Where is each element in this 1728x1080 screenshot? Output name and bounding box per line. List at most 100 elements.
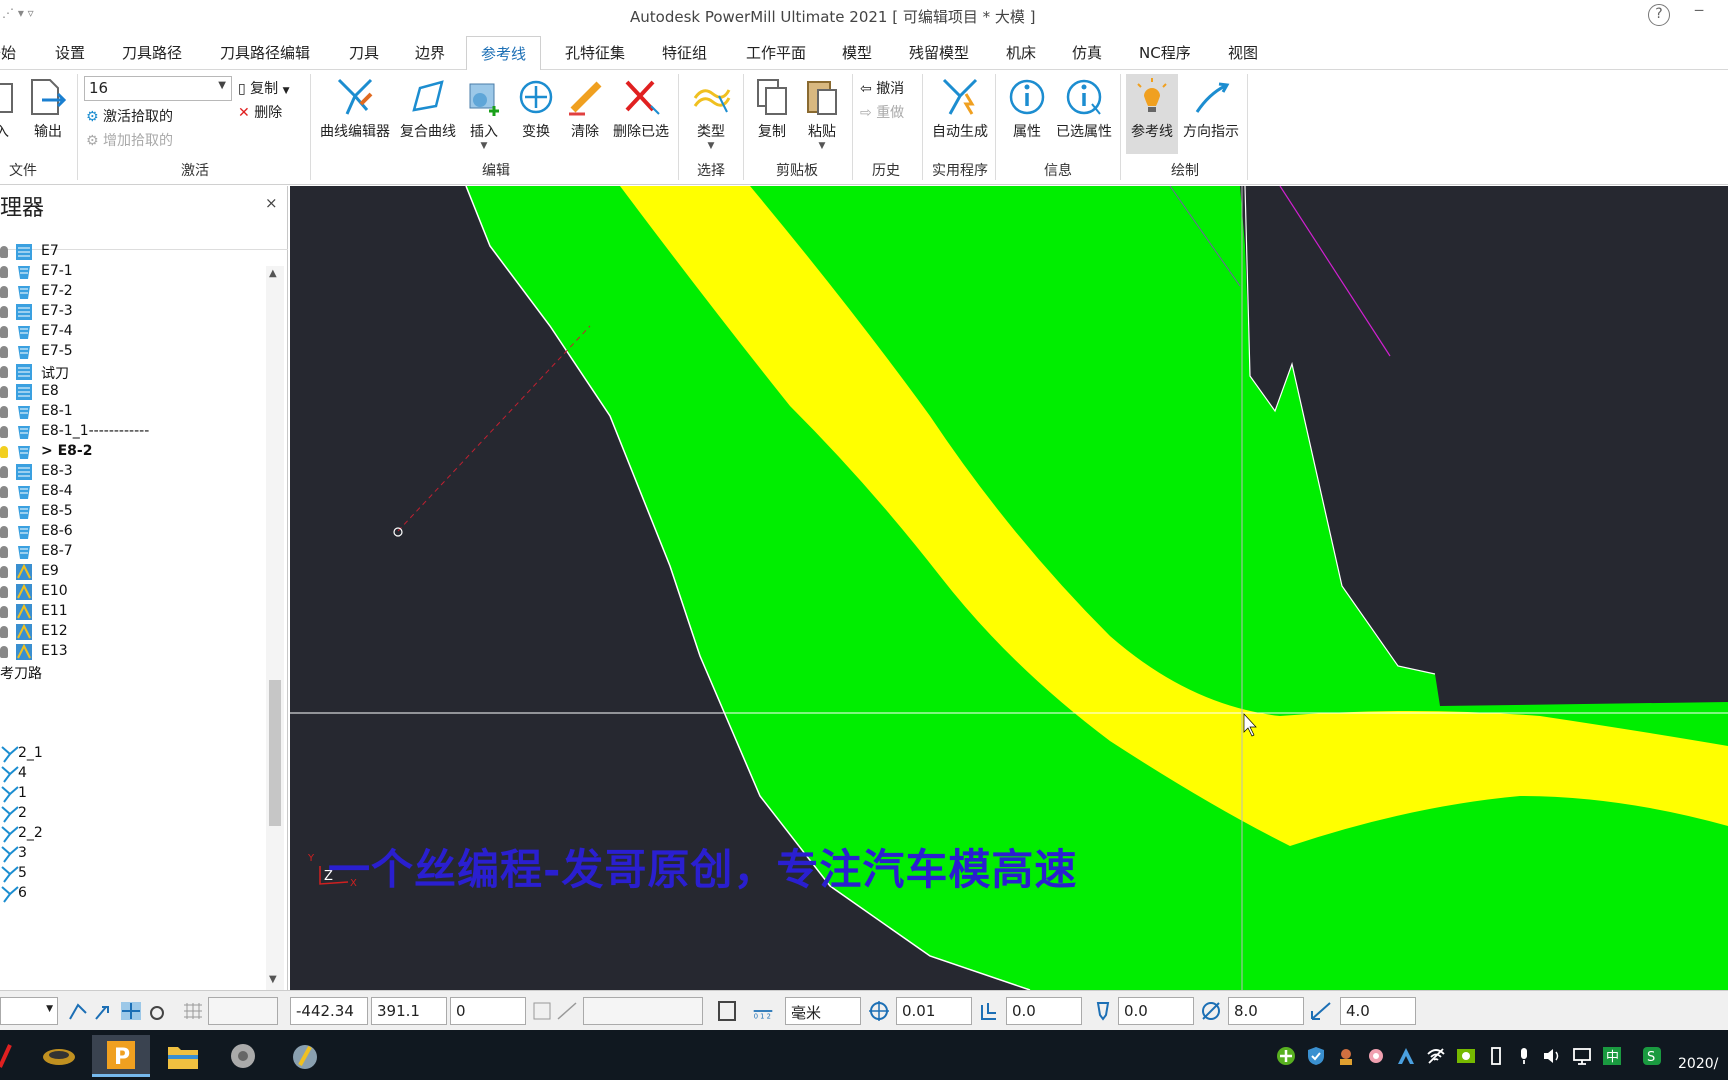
lightbulb-icon[interactable]	[0, 646, 8, 658]
panel-scrollbar[interactable]: ▲ ▼	[266, 266, 284, 990]
tree-item[interactable]: E7-1	[0, 262, 262, 282]
tree-item[interactable]: E12	[0, 622, 262, 642]
tree-item[interactable]: E8-4	[0, 482, 262, 502]
scroll-down-icon[interactable]: ▼	[269, 974, 277, 985]
lightbulb-icon[interactable]	[0, 546, 8, 558]
graphics-viewport[interactable]: Y Z X 一个丝编程-发哥原创，专注汽车模高速	[290, 186, 1728, 990]
tray-wps-icon[interactable]: S	[1642, 1046, 1662, 1070]
thickness-field[interactable]: 0.0	[1006, 997, 1082, 1025]
tray-microphone-icon[interactable]	[1514, 1046, 1534, 1070]
lightbulb-icon[interactable]	[0, 406, 8, 418]
scrollbar-thumb[interactable]	[269, 680, 281, 826]
close-icon[interactable]: ×	[265, 194, 278, 212]
diameter-field[interactable]: 8.0	[1228, 997, 1304, 1025]
insert-button[interactable]: 插入 ▼	[462, 76, 506, 151]
tree-item[interactable]: E8	[0, 382, 262, 402]
quick-access-toolbar[interactable]: ⋰ ▾ ▿	[2, 6, 34, 20]
tree-item[interactable]: E10	[0, 582, 262, 602]
scroll-up-icon[interactable]: ▲	[269, 268, 277, 279]
list-icon[interactable]	[532, 1001, 554, 1021]
activate-pick-button[interactable]: ⚙ 激活拾取的	[86, 106, 173, 126]
lightbulb-icon[interactable]	[0, 446, 8, 458]
coordinate-z[interactable]: 0	[450, 997, 526, 1025]
taskbar-powermill[interactable]: P	[92, 1035, 150, 1077]
tab-tools[interactable]: 刀具	[349, 42, 379, 63]
clear-button[interactable]: 清除	[562, 76, 608, 141]
lightbulb-icon[interactable]	[0, 246, 8, 258]
minimize-icon[interactable]: ‒	[1694, 0, 1704, 19]
taskbar-powermill-2[interactable]	[276, 1035, 334, 1077]
lightbulb-icon[interactable]	[0, 466, 8, 478]
lightbulb-icon[interactable]	[0, 566, 8, 578]
coordinate-y[interactable]: 391.1	[371, 997, 447, 1025]
lightbulb-icon[interactable]	[0, 346, 8, 358]
tab-machine[interactable]: 机床	[1006, 42, 1036, 63]
tree-item[interactable]: E8-3	[0, 462, 262, 482]
tree-item[interactable]: E8-6	[0, 522, 262, 542]
paste-button[interactable]: 粘贴 ▼	[800, 76, 844, 151]
grid-field[interactable]	[208, 997, 278, 1025]
tree-item[interactable]: 试刀	[0, 362, 262, 382]
tray-ime-icon[interactable]: 中	[1602, 1046, 1622, 1070]
taskbar-explorer[interactable]	[154, 1035, 212, 1077]
tree-item[interactable]: E7-2	[0, 282, 262, 302]
lightbulb-icon[interactable]	[0, 306, 8, 318]
clipboard-copy-button[interactable]: 复制	[750, 76, 794, 141]
lightbulb-icon[interactable]	[0, 366, 8, 378]
lightbulb-icon[interactable]	[0, 606, 8, 618]
snap-icon[interactable]	[68, 1001, 90, 1021]
tab-hole-features[interactable]: 孔特征集	[565, 42, 625, 63]
tray-flower-icon[interactable]	[1366, 1046, 1386, 1070]
lightbulb-icon[interactable]	[0, 286, 8, 298]
tab-workplanes[interactable]: 工作平面	[746, 42, 806, 63]
composite-curve-button[interactable]: 复合曲线	[396, 76, 460, 141]
tab-view[interactable]: 视图	[1228, 42, 1258, 63]
tray-add-icon[interactable]	[1276, 1046, 1296, 1070]
tray-usb-icon[interactable]	[1486, 1046, 1506, 1070]
measure-icon[interactable]	[556, 1001, 578, 1021]
tree-item[interactable]: E7-5	[0, 342, 262, 362]
redo-button[interactable]: ⇨ 重做	[860, 102, 904, 122]
tree-item[interactable]: E7-3	[0, 302, 262, 322]
delete-selected-button[interactable]: 删除已选	[610, 76, 672, 141]
lightbulb-icon[interactable]	[0, 586, 8, 598]
curve-editor-button[interactable]: 曲线编辑器	[316, 76, 394, 141]
tree-item[interactable]: E7-4	[0, 322, 262, 342]
tree-item[interactable]: E11	[0, 602, 262, 622]
add-pick-button[interactable]: ⚙ 增加拾取的	[86, 130, 173, 150]
tab-reference-line[interactable]: 参考线	[466, 36, 542, 71]
properties-button[interactable]: 属性	[1004, 76, 1050, 141]
lightbulb-icon[interactable]	[0, 426, 8, 438]
workplane-selector[interactable]: ▼	[0, 997, 58, 1025]
tray-avatar-icon[interactable]	[1336, 1046, 1356, 1070]
tree-item[interactable]: E13	[0, 642, 262, 662]
tab-boundary[interactable]: 边界	[415, 42, 445, 63]
tray-autodesk-icon[interactable]	[1396, 1046, 1416, 1070]
tree-item[interactable]: E8-5	[0, 502, 262, 522]
direction-button[interactable]: 方向指示	[1180, 76, 1242, 141]
lightbulb-icon[interactable]	[0, 266, 8, 278]
tab-toolpath-edit[interactable]: 刀具路径编辑	[220, 42, 310, 63]
stepover-field[interactable]: 4.0	[1340, 997, 1416, 1025]
help-icon[interactable]: ?	[1648, 4, 1670, 26]
auto-generate-button[interactable]: 自动生成	[928, 76, 992, 141]
tree-item[interactable]: E9	[0, 562, 262, 582]
tool-snap-icon[interactable]	[146, 1001, 168, 1021]
tolerance-field[interactable]: 0.01	[896, 997, 972, 1025]
tree-item[interactable]: E8-7	[0, 542, 262, 562]
tree-item[interactable]: > E8-2	[0, 442, 262, 462]
tab-toolpaths[interactable]: 刀具路径	[122, 42, 182, 63]
selected-properties-button[interactable]: 已选属性	[1052, 76, 1116, 141]
tree-item[interactable]: E8-1_1------------	[0, 422, 262, 442]
tree-item[interactable]: E7	[0, 242, 262, 262]
tab-stock-model[interactable]: 残留模型	[909, 42, 969, 63]
tab-nc-programs[interactable]: NC程序	[1139, 42, 1191, 63]
taskbar-media-app[interactable]	[214, 1035, 272, 1077]
lightbulb-icon[interactable]	[0, 386, 8, 398]
tray-wifi-off-icon[interactable]	[1426, 1046, 1446, 1070]
delete-small-button[interactable]: ✕ 删除	[238, 102, 282, 122]
tab-simulation[interactable]: 仿真	[1072, 42, 1102, 63]
draw-reference-line-button[interactable]: 参考线	[1128, 76, 1176, 141]
undo-button[interactable]: ⇦ 撤消	[860, 78, 904, 98]
units-field[interactable]: 毫米	[785, 997, 861, 1025]
